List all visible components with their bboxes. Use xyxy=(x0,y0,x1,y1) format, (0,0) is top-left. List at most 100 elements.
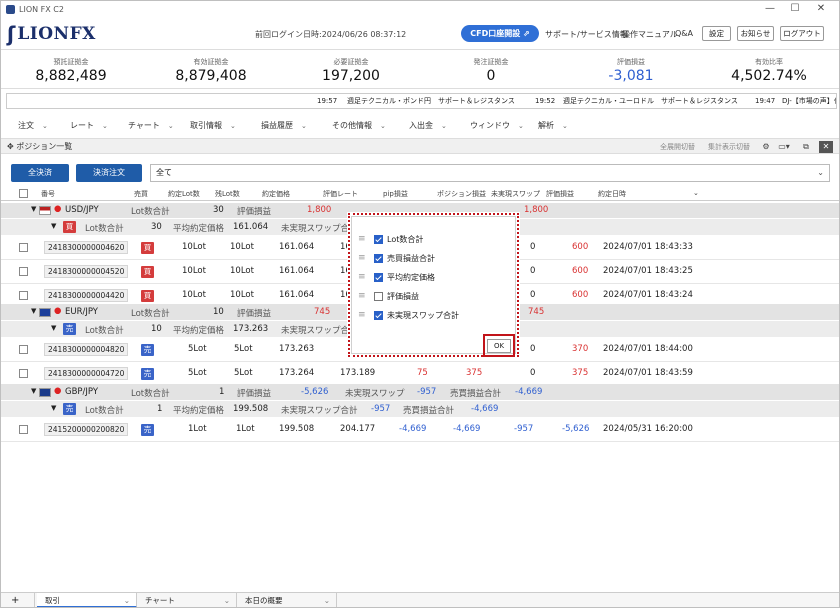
logo: ʃ LIONFX xyxy=(7,22,96,46)
add-tab-icon[interactable]: + xyxy=(1,593,35,607)
position-id: 2418300000004620 xyxy=(44,241,129,254)
news-ticker[interactable]: 19:57 週足テクニカル・ポンド円 サポート＆レジスタンス 19:52 週足テ… xyxy=(6,93,837,109)
menu-order[interactable]: 注文 ⌄ xyxy=(18,120,48,131)
row-checkbox[interactable] xyxy=(19,425,28,434)
sub-label: 未実現スワップ合計 xyxy=(281,326,358,336)
table-row[interactable]: 2415200000200820 売 1Lot 1Lot 199.508 204… xyxy=(1,418,839,442)
ticker-text[interactable]: 週足テクニカル・ユーロドル サポート＆レジスタンス xyxy=(563,94,738,108)
select-all-checkbox[interactable] xyxy=(19,189,28,198)
uk-flag-icon xyxy=(39,388,51,397)
row-checkbox[interactable] xyxy=(19,345,28,354)
menu-trade-info[interactable]: 取引情報 ⌄ xyxy=(190,120,236,131)
collapse-icon[interactable]: ▼ xyxy=(31,307,36,315)
tab-chart[interactable]: チャート ⌄ xyxy=(137,593,237,607)
row-checkbox[interactable] xyxy=(19,267,28,276)
eval-pl: 600 xyxy=(572,266,589,276)
col-rate[interactable]: 評価レート xyxy=(323,189,358,199)
row-checkbox[interactable] xyxy=(19,243,28,252)
tab-trade[interactable]: 取引 ⌄ xyxy=(37,593,137,607)
drag-handle-icon[interactable]: ≡ xyxy=(358,272,370,282)
currency-filter-select[interactable]: 全て ⌄ xyxy=(150,164,830,182)
rate: 204.177 xyxy=(340,424,376,434)
ticker-text[interactable]: 週足テクニカル・ポンド円 サポート＆レジスタンス xyxy=(347,94,515,108)
menu-chart[interactable]: チャート ⌄ xyxy=(128,120,174,131)
minimize-icon[interactable]: — xyxy=(756,1,784,18)
menu-analysis[interactable]: 解析 ⌄ xyxy=(538,120,568,131)
close-all-button[interactable]: 全決済 xyxy=(11,164,69,182)
col-lot[interactable]: 約定Lot数 xyxy=(168,189,200,199)
drag-handle-icon[interactable]: ≡ xyxy=(358,253,370,263)
tab-daily-summary[interactable]: 本日の概要 ⌄ xyxy=(237,593,337,607)
col-price[interactable]: 約定価格 xyxy=(262,189,290,199)
col-remaining[interactable]: 残Lot数 xyxy=(215,189,240,199)
col-position-pl[interactable]: ポジション損益 xyxy=(437,189,486,199)
lot: 5Lot xyxy=(188,344,207,354)
chevron-down-icon[interactable]: ⌄ xyxy=(693,189,699,197)
qa-link[interactable]: Q&A xyxy=(675,29,693,38)
col-side[interactable]: 売買 xyxy=(134,189,148,199)
col-eval-pl[interactable]: 評価損益 xyxy=(546,189,574,199)
collapse-icon[interactable]: ▼ xyxy=(51,222,56,230)
drag-handle-icon[interactable]: ≡ xyxy=(358,234,370,244)
drag-handle-icon[interactable]: ≡ xyxy=(358,291,370,301)
summary-value: 4,502.74% xyxy=(731,68,807,84)
close-panel-icon[interactable]: ✕ xyxy=(819,141,833,153)
collapse-icon[interactable]: ▼ xyxy=(51,324,56,332)
checkbox[interactable] xyxy=(374,310,383,320)
drag-handle-icon[interactable]: ≡ xyxy=(358,310,370,320)
col-number[interactable]: 番号 xyxy=(41,189,55,199)
logout-button[interactable]: ログアウト xyxy=(780,26,824,41)
close-window-icon[interactable]: ✕ xyxy=(807,1,835,18)
checkbox[interactable] xyxy=(374,234,383,244)
sub-lot: 30 xyxy=(151,222,162,232)
ok-button[interactable]: OK xyxy=(487,339,511,353)
expand-toggle[interactable]: 全展開切替 xyxy=(660,142,695,152)
sub-label: Lot数合計 xyxy=(85,326,124,336)
settings-button[interactable]: 設定 xyxy=(702,26,731,41)
menu-window[interactable]: ウィンドウ ⌄ xyxy=(470,120,524,131)
support-link[interactable]: サポート/サービス情報 xyxy=(545,29,628,40)
menu-deposit[interactable]: 入出金 ⌄ xyxy=(409,120,447,131)
manual-link[interactable]: 操作マニュアル xyxy=(622,29,678,40)
notices-button[interactable]: お知らせ xyxy=(737,26,774,41)
table-row[interactable]: 2418300000004720 売 5Lot 5Lot 173.264 173… xyxy=(1,362,839,386)
dialog-item[interactable]: ≡ 評価損益 xyxy=(358,289,508,303)
dialog-item[interactable]: ≡ Lot数合計 xyxy=(358,232,508,246)
collapse-icon[interactable]: ▼ xyxy=(31,387,36,395)
menu-rate[interactable]: レート ⌄ xyxy=(70,120,108,131)
sub-lot: 10 xyxy=(151,324,162,334)
gear-icon[interactable]: ⚙ xyxy=(759,141,773,153)
layout-menu-icon[interactable]: ▭▾ xyxy=(774,141,794,153)
group-row[interactable]: ▼ ● GBP/JPY Lot数合計 1 評価損益 -5,626 未実現スワップ… xyxy=(1,384,839,400)
menu-other-info[interactable]: その他情報 ⌄ xyxy=(332,120,386,131)
dialog-item[interactable]: ≡ 売買損益合計 xyxy=(358,251,508,265)
popout-icon[interactable]: ⧉ xyxy=(799,141,813,153)
col-datetime[interactable]: 約定日時 xyxy=(598,189,626,199)
summary-value: 197,200 xyxy=(322,68,380,84)
sub-label: 未実現スワップ合計 xyxy=(281,224,358,234)
checkbox[interactable] xyxy=(374,291,383,301)
checkbox[interactable] xyxy=(374,253,383,263)
subgroup-row[interactable]: ▼ 売 Lot数合計 1 平均約定価格 199.508 未実現スワップ合計 -9… xyxy=(1,401,839,417)
row-checkbox[interactable] xyxy=(19,369,28,378)
dot-icon: ● xyxy=(54,204,62,214)
dialog-item[interactable]: ≡ 未実現スワップ合計 xyxy=(358,308,508,322)
lot: 10Lot xyxy=(182,290,206,300)
cfd-open-account-button[interactable]: CFD口座開設 ⇗ xyxy=(461,25,539,42)
close-order-button[interactable]: 決済注文 xyxy=(76,164,142,182)
menu-pl-history[interactable]: 損益履歴 ⌄ xyxy=(261,120,307,131)
summary-toggle[interactable]: 集計表示切替 xyxy=(708,142,750,152)
collapse-icon[interactable]: ▼ xyxy=(51,404,56,412)
checkbox[interactable] xyxy=(374,272,383,282)
col-pip[interactable]: pip損益 xyxy=(383,189,408,199)
maximize-icon[interactable]: ☐ xyxy=(781,1,809,18)
row-checkbox[interactable] xyxy=(19,291,28,300)
swap: 0 xyxy=(530,290,536,300)
position-id: 2418300000004520 xyxy=(44,265,129,278)
col-swap[interactable]: 未実現スワップ xyxy=(491,189,540,199)
group-label: 評価損益 xyxy=(237,389,272,399)
ticker-text[interactable]: DJ-【市場の声】仏 xyxy=(782,94,836,108)
dialog-item[interactable]: ≡ 平均約定価格 xyxy=(358,270,508,284)
collapse-icon[interactable]: ▼ xyxy=(31,205,36,213)
eval-pl: 375 xyxy=(572,368,589,378)
